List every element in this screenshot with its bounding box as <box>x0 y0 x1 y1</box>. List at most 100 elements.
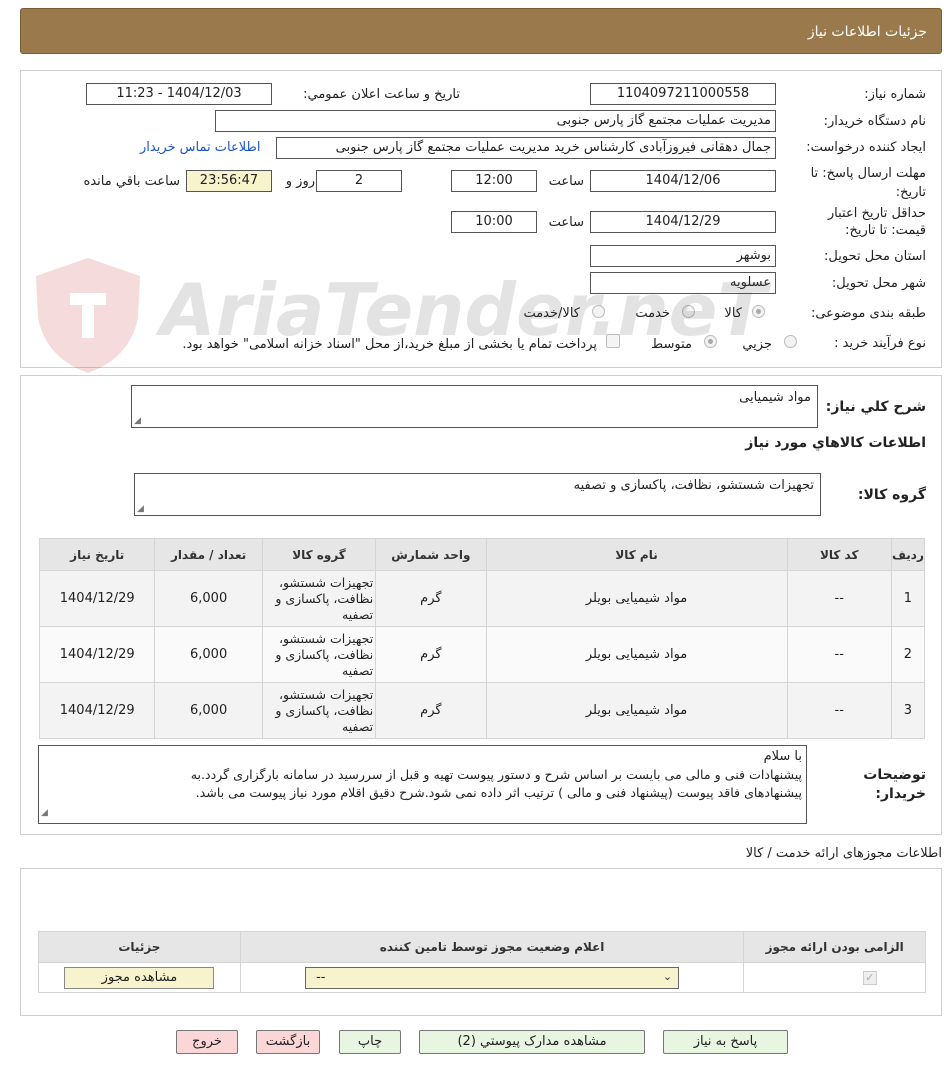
permit-row: ✓ -- ⌄ مشاهده مجوز <box>38 962 926 993</box>
col-row: رديف <box>890 538 926 571</box>
col-permit-required: الزامی بودن ارائه مجوز <box>743 931 926 963</box>
view-permit-button[interactable]: مشاهده مجوز <box>64 966 215 989</box>
permit-status-value: -- <box>316 969 326 985</box>
cell-group: تجهيزات شستشو، نظافت، پاكسازی و تصفيه <box>261 682 377 739</box>
cell-qty: 6,000 <box>154 626 263 683</box>
buyer-contact-link[interactable]: اطلاعات تماس خريدار <box>140 140 260 155</box>
resize-grip-icon: ◢ <box>134 416 141 426</box>
cell-name: مواد شيميايی بويلر <box>485 626 788 683</box>
cell-unit: گرم <box>375 626 487 683</box>
reply-button[interactable]: پاسخ به نياز <box>663 1030 788 1054</box>
exit-button[interactable]: خروج <box>176 1030 238 1054</box>
days-label: روز و <box>285 174 315 189</box>
deadline-label: مهلت ارسال پاسخ: تا تاریخ: <box>811 164 926 202</box>
cell-code: -- <box>786 682 892 739</box>
col-date: تاريخ نياز <box>38 538 156 571</box>
city-label: شهر محل تحويل: <box>831 276 926 291</box>
permits-section-title: اطلاعات مجوزهای ارائه خدمت / كالا <box>745 846 942 861</box>
validity-time-field: 10:00 <box>451 211 537 233</box>
cell-row: 1 <box>890 570 926 627</box>
table-row: 3 -- مواد شيميايی بويلر گرم تجهيزات شستش… <box>38 682 926 739</box>
deadline-time-field: 12:00 <box>451 170 537 192</box>
requester-label: ايجاد كننده درخواست: <box>806 140 926 155</box>
category-radio-service[interactable] <box>682 305 695 318</box>
view-attachments-button[interactable]: مشاهده مدارک پيوستي (2) <box>419 1030 645 1054</box>
table-row: 2 -- مواد شيميايی بويلر گرم تجهيزات شستش… <box>38 626 926 683</box>
process-radio-minor[interactable] <box>784 335 797 348</box>
deadline-date-field: 1404/12/06 <box>590 170 776 192</box>
resize-grip-icon: ◢ <box>41 808 48 818</box>
province-field: بوشهر <box>590 245 776 267</box>
col-qty: تعداد / مقدار <box>154 538 263 571</box>
col-group: گروه كالا <box>261 538 377 571</box>
col-name: نام كالا <box>485 538 788 571</box>
cell-date: 1404/12/29 <box>38 682 156 739</box>
validity-label-line2: قيمت: تا تاريخ: <box>845 223 926 238</box>
category-label: طبقه بندی موضوعی: <box>810 306 926 321</box>
category-option-goods: كالا <box>724 306 742 321</box>
category-option-service: خدمت <box>635 306 670 321</box>
back-button[interactable]: بازگشت <box>256 1030 320 1054</box>
permits-table-header: الزامی بودن ارائه مجوز اعلام وضعيت مجوز … <box>38 931 926 963</box>
col-permit-details: جزئيات <box>38 931 241 963</box>
validity-time-label: ساعت <box>548 215 584 230</box>
permit-required-cell: ✓ <box>743 962 926 993</box>
col-unit: واحد شمارش <box>375 538 487 571</box>
chevron-down-icon: ⌄ <box>662 969 673 983</box>
permit-details-cell: مشاهده مجوز <box>38 962 241 993</box>
permit-status-select[interactable]: -- ⌄ <box>305 966 680 989</box>
announce-field: 1404/12/03 - 11:23 <box>86 83 272 105</box>
need-description-label: شرح كلي نياز: <box>825 399 926 415</box>
goods-group-text: تجهيزات شستشو، نظافت، پاكسازی و تصفيه <box>573 478 814 493</box>
cell-date: 1404/12/29 <box>38 570 156 627</box>
cell-group: تجهيزات شستشو، نظافت، پاكسازی و تصفيه <box>261 570 377 627</box>
cell-qty: 6,000 <box>154 570 263 627</box>
col-code: كد كالا <box>786 538 892 571</box>
process-radio-medium[interactable] <box>704 335 717 348</box>
cell-row: 3 <box>890 682 926 739</box>
required-checkbox: ✓ <box>862 970 877 985</box>
deadline-label-line2: تاریخ: <box>895 185 926 200</box>
need-number-label: شماره نیاز: <box>864 87 926 102</box>
cell-name: مواد شيميايی بويلر <box>485 682 788 739</box>
cell-unit: گرم <box>375 570 487 627</box>
cell-qty: 6,000 <box>154 682 263 739</box>
permits-table: الزامی بودن ارائه مجوز اعلام وضعيت مجوز … <box>38 931 926 993</box>
buyer-notes-line2: پیشنهادات فنی و مالی می بایست بر اساس شر… <box>190 767 802 782</box>
remaining-time-field: 23:56:47 <box>186 170 272 192</box>
category-radio-goods[interactable] <box>752 305 765 318</box>
treasury-note: پرداخت تمام يا بخشی از مبلغ خريد،از محل … <box>182 337 597 352</box>
remaining-time-label: ساعت باقي مانده <box>83 174 180 189</box>
page-title: جزئیات اطلاعات نیاز <box>807 24 927 40</box>
col-permit-status: اعلام وضعيت مجوز توسط تامين كننده <box>239 931 745 963</box>
validity-date-field: 1404/12/29 <box>590 211 776 233</box>
process-option-medium: متوسط <box>651 337 692 352</box>
province-label: استان محل تحويل: <box>824 249 926 264</box>
goods-table-header: رديف كد كالا نام كالا واحد شمارش گروه كا… <box>38 538 926 571</box>
resize-grip-icon: ◢ <box>137 504 144 514</box>
deadline-time-label: ساعت <box>548 174 584 189</box>
deadline-label-line1: مهلت ارسال پاسخ: تا <box>810 166 926 181</box>
category-radio-goods-service[interactable] <box>592 305 605 318</box>
page-header: جزئیات اطلاعات نیاز <box>20 8 942 54</box>
buyer-notes-field[interactable]: با سلام پیشنهادات فنی و مالی می بایست بر… <box>38 745 807 824</box>
cell-group: تجهيزات شستشو، نظافت، پاكسازی و تصفيه <box>261 626 377 683</box>
cell-code: -- <box>786 626 892 683</box>
need-description-text: مواد شيميايی <box>739 390 811 405</box>
validity-label: حداقل تاريخ اعتبار قيمت: تا تاريخ: <box>828 205 926 239</box>
goods-table: رديف كد كالا نام كالا واحد شمارش گروه كا… <box>38 538 926 739</box>
days-remaining-field: 2 <box>316 170 402 192</box>
category-option-goods-service: كالا/خدمت <box>523 306 580 321</box>
cell-date: 1404/12/29 <box>38 626 156 683</box>
process-option-minor: جزيي <box>742 337 772 352</box>
process-label: نوع فرآيند خريد : <box>834 336 926 351</box>
goods-group-label: گروه كالا: <box>857 487 926 503</box>
goods-group-field[interactable]: تجهيزات شستشو، نظافت، پاكسازی و تصفيه ◢ <box>134 473 821 516</box>
buyer-notes-line3: پیشنهادهای فاقد پیوست (پیشنهاد فنی و مال… <box>195 785 802 800</box>
print-button[interactable]: چاپ <box>339 1030 401 1054</box>
buyer-org-label: نام دستگاه خريدار: <box>823 114 926 129</box>
need-description-field[interactable]: مواد شيميايی ◢ <box>131 385 818 428</box>
city-field: عسلويه <box>590 272 776 294</box>
treasury-checkbox[interactable] <box>606 334 620 348</box>
cell-row: 2 <box>890 626 926 683</box>
